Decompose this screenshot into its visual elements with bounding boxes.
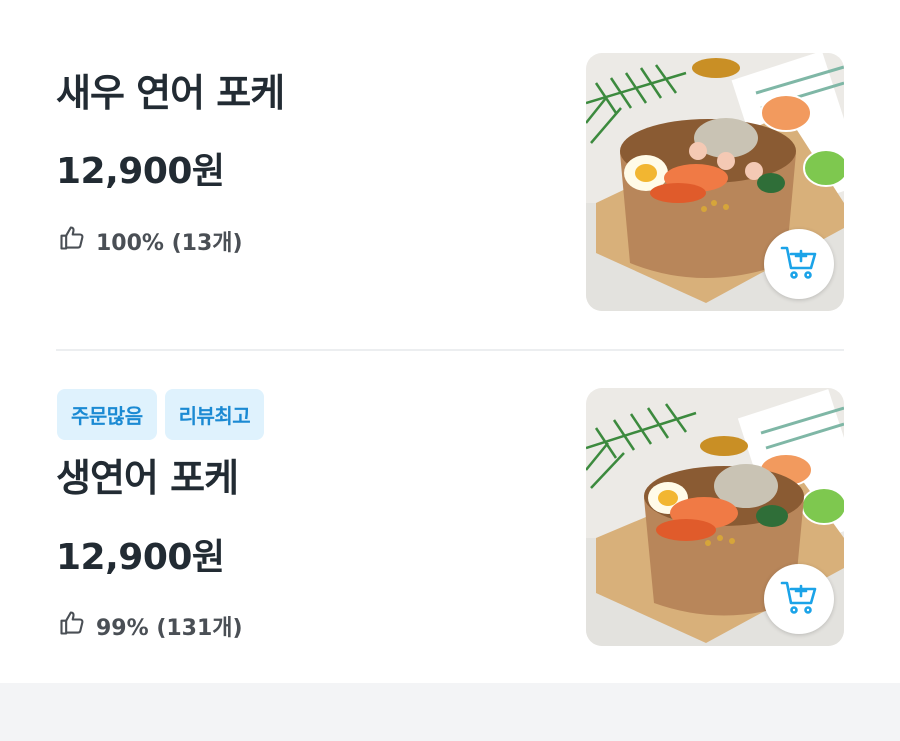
menu-item-name: 생연어 포케 <box>56 456 239 500</box>
rating-text: 100% (13개) <box>96 231 243 256</box>
section-separator <box>0 683 900 741</box>
add-to-cart-icon <box>779 242 819 286</box>
thumbs-up-icon <box>58 224 86 258</box>
add-to-cart-button[interactable] <box>764 564 834 634</box>
thumbs-up-icon <box>58 609 86 643</box>
menu-item[interactable]: 새우 연어 포케 12,900원 100% (13개) <box>0 0 900 350</box>
menu-item-price: 12,900원 <box>56 537 225 578</box>
menu-item-name: 새우 연어 포케 <box>56 71 285 115</box>
menu-item-photo[interactable] <box>586 388 844 646</box>
badge-best-review: 리뷰최고 <box>164 389 265 440</box>
menu-item-rating: 99% (131개) <box>58 609 243 643</box>
menu-item-price: 12,900원 <box>56 151 225 192</box>
menu-item-photo[interactable] <box>586 53 844 311</box>
rating-text: 99% (131개) <box>96 616 243 641</box>
badge-popular: 주문많음 <box>57 389 157 440</box>
add-to-cart-icon <box>779 577 819 621</box>
badge-list: 주문많음 리뷰최고 <box>57 389 265 440</box>
add-to-cart-button[interactable] <box>764 229 834 299</box>
menu-item[interactable]: 주문많음 리뷰최고 생연어 포케 12,900원 99% (131개) <box>0 351 900 683</box>
menu-item-rating: 100% (13개) <box>58 224 243 258</box>
